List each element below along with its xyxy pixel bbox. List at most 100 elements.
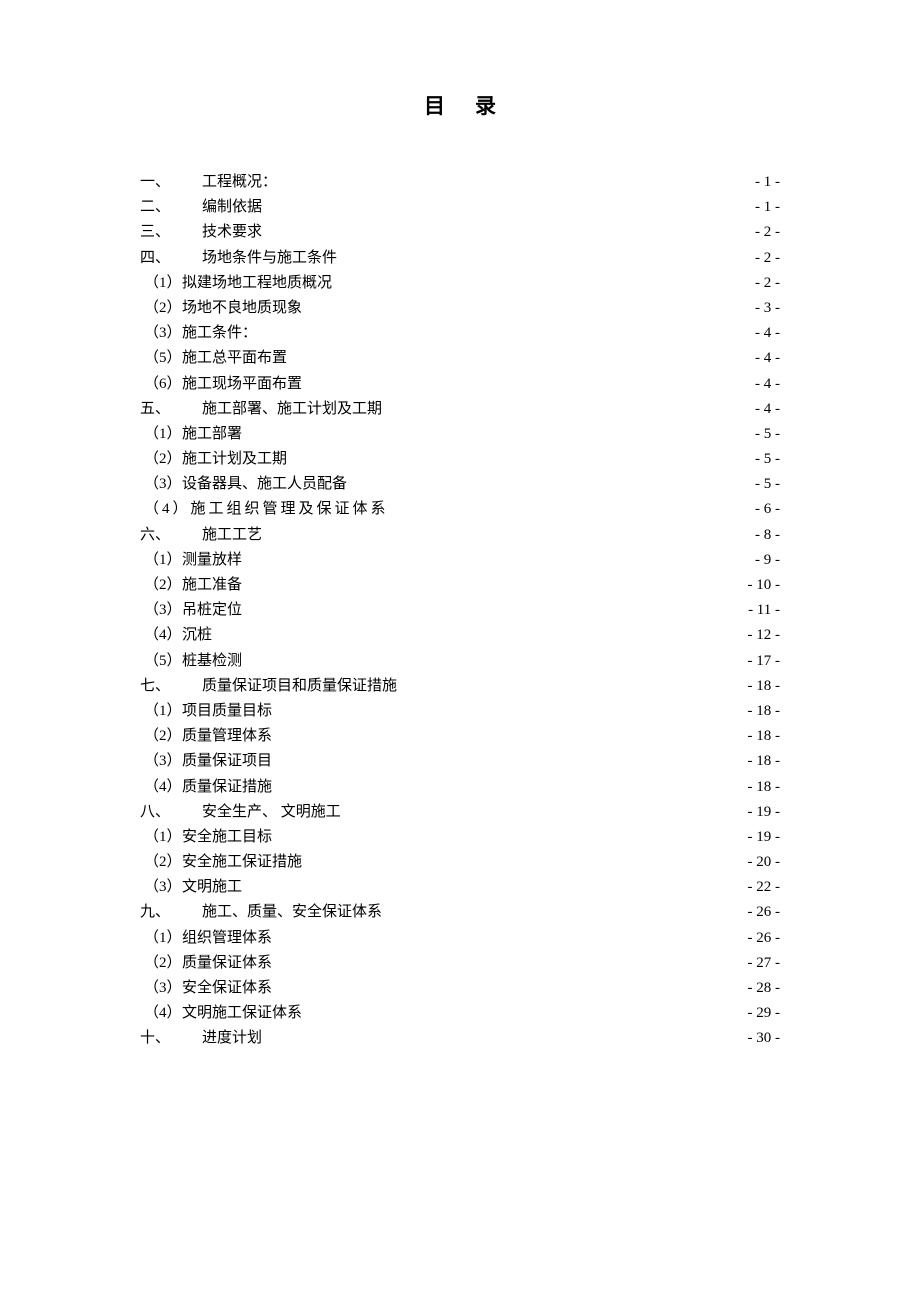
- toc-entry-label: （3）: [140, 749, 182, 774]
- toc-entry: 二、编制依据- 1 -: [140, 195, 780, 220]
- toc-entry-text: 施工、质量、安全保证体系: [202, 900, 382, 925]
- toc-entry-page: - 4 -: [755, 346, 780, 371]
- toc-entry-label: 六、: [140, 523, 202, 548]
- toc-entry-text: 质量保证体系: [182, 951, 272, 976]
- toc-entry-page: - 2 -: [755, 220, 780, 245]
- toc-entry-page: - 29 -: [748, 1001, 781, 1026]
- toc-entry-page: - 4 -: [755, 397, 780, 422]
- toc-entry: （3）吊桩定位- 11 -: [140, 598, 780, 623]
- toc-entry-text: 组织管理体系: [182, 926, 272, 951]
- toc-entry-label: 十、: [140, 1026, 202, 1051]
- toc-entry: （3）设备器具、施工人员配备- 5 -: [140, 472, 780, 497]
- toc-entry-label: （4）: [140, 623, 182, 648]
- toc-entry-page: - 30 -: [748, 1026, 781, 1051]
- toc-entry: （1）测量放样- 9 -: [140, 548, 780, 573]
- toc-entry-page: - 1 -: [755, 195, 780, 220]
- toc-entry: （2）质量管理体系- 18 -: [140, 724, 780, 749]
- toc-entry-text: 场地不良地质现象: [182, 296, 302, 321]
- toc-entry-label: （6）: [140, 372, 182, 397]
- toc-entry-label: （2）: [140, 447, 182, 472]
- toc-entry-text: 施工组织管理及保证体系: [191, 497, 389, 522]
- toc-entry-label: 七、: [140, 674, 202, 699]
- toc-entry-label: （1）: [140, 825, 182, 850]
- toc-entry-text: 施工部署、施工计划及工期: [202, 397, 382, 422]
- toc-entry-label: （5）: [140, 346, 182, 371]
- toc-entry: 一、工程概况：- 1 -: [140, 170, 780, 195]
- toc-entry-page: - 19 -: [748, 800, 781, 825]
- toc-entry-page: - 5 -: [755, 447, 780, 472]
- toc-entry-text: 项目质量目标: [182, 699, 272, 724]
- toc-entry: （3）质量保证项目- 18 -: [140, 749, 780, 774]
- toc-entry: （5）桩基检测- 17 -: [140, 649, 780, 674]
- toc-entry-label: （5）: [140, 649, 182, 674]
- toc-entry-page: - 28 -: [748, 976, 781, 1001]
- toc-entry-text: 工程概况：: [202, 170, 277, 195]
- toc-entry-text: 文明施工保证体系: [182, 1001, 302, 1026]
- toc-entry: （5）施工总平面布置 - 4 -: [140, 346, 780, 371]
- toc-entry-label: 九、: [140, 900, 202, 925]
- toc-entry-text: 施工条件：: [182, 321, 257, 346]
- toc-entry-label: （3）: [140, 976, 182, 1001]
- toc-entry-page: - 11 -: [748, 598, 780, 623]
- toc-entry: （2）施工计划及工期 - 5 -: [140, 447, 780, 472]
- toc-entry-page: - 10 -: [748, 573, 781, 598]
- toc-entry-label: （4）: [140, 775, 182, 800]
- toc-entry-label: （2）: [140, 573, 182, 598]
- toc-entry-text: 施工总平面布置: [182, 346, 287, 371]
- toc-entry-page: - 8 -: [755, 523, 780, 548]
- toc-entry-text: 桩基检测: [182, 649, 242, 674]
- toc-entry: 三、技术要求- 2 -: [140, 220, 780, 245]
- toc-entry-label: （4）: [140, 497, 191, 522]
- toc-entry-text: 质量保证项目和质量保证措施: [202, 674, 397, 699]
- toc-entry-text: 施工现场平面布置: [182, 372, 302, 397]
- toc-entry-label: （3）: [140, 321, 182, 346]
- toc-entry-text: 拟建场地工程地质概况: [182, 271, 332, 296]
- toc-entry: （1）施工部署 - 5 -: [140, 422, 780, 447]
- toc-entry: 十、进度计划 - 30 -: [140, 1026, 780, 1051]
- toc-entry-page: - 18 -: [748, 699, 781, 724]
- toc-entry-label: （1）: [140, 926, 182, 951]
- toc-entry-text: 沉桩: [182, 623, 212, 648]
- toc-entry-page: - 2 -: [755, 271, 780, 296]
- toc-entry-text: 质量管理体系: [182, 724, 272, 749]
- toc-entry-label: （1）: [140, 699, 182, 724]
- toc-entry-label: （2）: [140, 296, 182, 321]
- toc-entry: 五、施工部署、施工计划及工期 - 4 -: [140, 397, 780, 422]
- toc-entry: （4）文明施工保证体系- 29 -: [140, 1001, 780, 1026]
- toc-entry-text: 进度计划: [202, 1026, 262, 1051]
- toc-entry: （3）安全保证体系- 28 -: [140, 976, 780, 1001]
- toc-entry-label: （1）: [140, 548, 182, 573]
- toc-entry-label: 五、: [140, 397, 202, 422]
- toc-entry-text: 施工准备: [182, 573, 242, 598]
- toc-entry-text: 安全施工保证措施: [182, 850, 302, 875]
- toc-entry-text: 施工计划及工期: [182, 447, 287, 472]
- toc-entry-text: 设备器具、施工人员配备: [182, 472, 347, 497]
- toc-entry-label: （2）: [140, 850, 182, 875]
- toc-entry-label: （2）: [140, 951, 182, 976]
- document-page: 目录 一、工程概况：- 1 -二、编制依据- 1 -三、技术要求- 2 -四、场…: [0, 0, 920, 1052]
- toc-entry-page: - 4 -: [755, 321, 780, 346]
- toc-entry-page: - 5 -: [755, 422, 780, 447]
- toc-entry-label: （1）: [140, 422, 182, 447]
- toc-entry-page: - 18 -: [748, 749, 781, 774]
- toc-entry-page: - 20 -: [748, 850, 781, 875]
- toc-entry-page: - 18 -: [748, 775, 781, 800]
- toc-entry-label: 三、: [140, 220, 202, 245]
- toc-entry-page: - 26 -: [748, 926, 781, 951]
- toc-entry: 七、质量保证项目和质量保证措施 - 18 -: [140, 674, 780, 699]
- toc-entry-label: 八、: [140, 800, 202, 825]
- toc-title: 目录: [140, 90, 780, 120]
- toc-entry-text: 施工部署: [182, 422, 242, 447]
- toc-entry-page: - 18 -: [748, 674, 781, 699]
- toc-entry: （2）安全施工保证措施 - 20 -: [140, 850, 780, 875]
- toc-entry: （6）施工现场平面布置- 4 -: [140, 372, 780, 397]
- toc-entry-label: 二、: [140, 195, 202, 220]
- toc-entry-label: （1）: [140, 271, 182, 296]
- toc-entry-text: 安全施工目标: [182, 825, 272, 850]
- toc-entry: 六、施工工艺- 8 -: [140, 523, 780, 548]
- toc-entry: （3）施工条件： - 4 -: [140, 321, 780, 346]
- toc-entry-page: - 27 -: [748, 951, 781, 976]
- toc-entry: （2）施工准备 - 10 -: [140, 573, 780, 598]
- toc-entry: （3）文明施工- 22 -: [140, 875, 780, 900]
- toc-entry: （1）安全施工目标- 19 -: [140, 825, 780, 850]
